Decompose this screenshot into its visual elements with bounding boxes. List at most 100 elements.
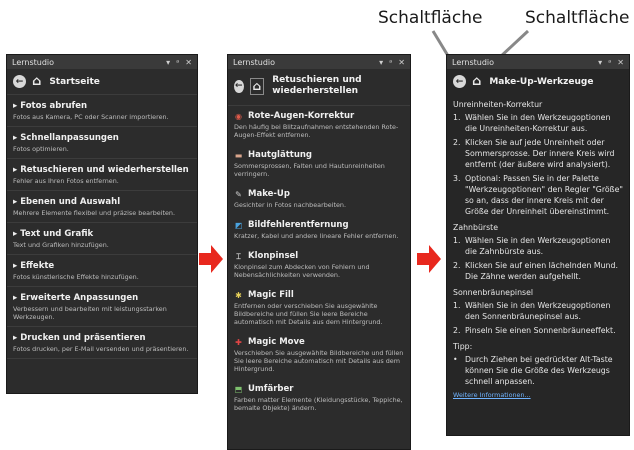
- dropdown-icon[interactable]: ▾: [166, 58, 170, 67]
- step-number: 1.: [453, 113, 461, 122]
- recolor-icon: ⬒: [234, 384, 243, 394]
- page-title: Make-Up-Werkzeuge: [489, 76, 594, 87]
- topic-title-text: Text und Grafik: [20, 229, 94, 239]
- topic-title-text: Retuschieren und wiederherstellen: [20, 165, 189, 175]
- step-text: Wählen Sie in den Werkzeugoptionen die Z…: [465, 236, 611, 256]
- tool-title-text: Make-Up: [248, 189, 290, 199]
- panel-title: Lernstudio: [452, 57, 495, 67]
- panel-titlebar: Lernstudio ▾ ᵃ ✕: [447, 55, 629, 69]
- topic-description: Fotos drucken, per E-Mail versenden und …: [13, 345, 189, 353]
- topic-title-text: Fotos abrufen: [20, 101, 88, 111]
- step-number: 1.: [453, 236, 461, 245]
- home-icon[interactable]: ⌂: [249, 77, 265, 95]
- topic-title: ▸ Ebenen und Auswahl: [13, 197, 191, 207]
- tool-item[interactable]: ◩ Bildfehlerentfernung Kratzer, Kabel und …: [228, 215, 410, 246]
- tool-item[interactable]: ⬒ Umfärber Farben matter Elemente (Kleidun…: [228, 379, 410, 418]
- topic-item[interactable]: ▸ Effekte Fotos künstlerische Effekte hin…: [7, 255, 197, 287]
- topic-description: Fotos künstlerische Effekte hinzufügen.: [13, 273, 139, 281]
- tool-title-text: Umfärber: [248, 384, 294, 394]
- healing-icon: ◩: [234, 220, 243, 230]
- topic-title-text: Effekte: [20, 261, 55, 271]
- step-text: Durch Ziehen bei gedrückter Alt-Taste kö…: [465, 355, 613, 386]
- back-button[interactable]: ←: [13, 75, 26, 88]
- tool-title-text: Bildfehlerentfernung: [248, 220, 349, 230]
- tool-title: ✱ Magic Fill: [234, 290, 404, 300]
- topic-item[interactable]: ▸ Drucken und präsentieren Fotos drucken,…: [7, 327, 197, 359]
- more-info-link[interactable]: Weitere Informationen...: [447, 391, 629, 399]
- pin-icon[interactable]: ᵃ: [176, 58, 179, 67]
- back-button[interactable]: ←: [234, 79, 244, 93]
- topic-title: ▸ Effekte: [13, 261, 191, 271]
- step-number: 2.: [453, 326, 461, 335]
- topic-title-text: Erweiterte Anpassungen: [20, 293, 139, 303]
- instruction-step: 2. Klicken Sie auf einen lächelnden Mund.…: [447, 260, 629, 282]
- topic-title: ▸ Text und Grafik: [13, 229, 191, 239]
- tool-item[interactable]: ⌶ Klonpinsel Klonpinsel zum Abdecken von F…: [228, 246, 410, 285]
- magic-fill-icon: ✱: [235, 290, 242, 300]
- section-header: Tipp:: [453, 342, 473, 351]
- pin-icon[interactable]: ᵃ: [608, 58, 611, 67]
- tool-description: Kratzer, Kabel und andere lineare Fehler…: [234, 232, 399, 240]
- tool-item[interactable]: ✱ Magic Fill Entfernen oder verschieben Si…: [228, 285, 410, 332]
- topic-description: Fehler aus Ihren Fotos entfernen.: [13, 177, 119, 185]
- panel-titlebar: Lernstudio ▾ ᵃ ✕: [7, 55, 197, 69]
- topic-description: Fotos aus Kamera, PC oder Scanner import…: [13, 113, 169, 121]
- step-number: 1.: [453, 301, 461, 310]
- instruction-step: • Durch Ziehen bei gedrückter Alt-Taste k…: [447, 354, 629, 387]
- close-icon[interactable]: ✕: [185, 58, 192, 67]
- tool-item[interactable]: ◉ Rote-Augen-Korrektur Den häufig bei Blit…: [228, 106, 410, 145]
- section-header: Sonnenbräunepinsel: [453, 288, 534, 297]
- tool-title-text: Klonpinsel: [248, 251, 299, 261]
- brush-icon: ✎: [235, 189, 242, 199]
- panel-header: ← ⌂ Make-Up-Werkzeuge: [447, 69, 629, 94]
- topic-description: Verbessern und bearbeiten mit leistungss…: [13, 305, 167, 321]
- topic-item[interactable]: ▸ Fotos abrufen Fotos aus Kamera, PC oder…: [7, 95, 197, 127]
- tool-description: Verschieben Sie ausgewählte Bildbereiche…: [234, 349, 404, 373]
- page-title: Retuschieren und wiederherstellen: [272, 75, 362, 96]
- tool-description: Farben matter Elemente (Kleidungsstücke,…: [234, 396, 403, 412]
- tool-title-text: Magic Move: [248, 337, 305, 347]
- close-icon[interactable]: ✕: [398, 58, 405, 67]
- back-button[interactable]: ←: [453, 75, 466, 88]
- tool-title-text: Rote-Augen-Korrektur: [248, 111, 355, 121]
- topic-item[interactable]: ▸ Text und Grafik Text und Grafiken hinzu…: [7, 223, 197, 255]
- callout-label-home: Schaltfläche: [525, 8, 630, 28]
- skin-icon: ▬: [234, 150, 243, 160]
- step-text: Optional: Passen Sie in der Palette "Wer…: [465, 174, 623, 216]
- topic-item[interactable]: ▸ Schnellanpassungen Fotos optimieren.: [7, 127, 197, 159]
- topic-title-text: Schnellanpassungen: [20, 133, 119, 143]
- instruction-step: 1. Wählen Sie in den Werkzeugoptionen die…: [447, 112, 629, 134]
- tool-item[interactable]: ✚ Magic Move Verschieben Sie ausgewählte B…: [228, 332, 410, 379]
- tool-title-text: Hautglättung: [248, 150, 313, 160]
- tool-title: ⌶ Klonpinsel: [234, 251, 404, 261]
- dropdown-icon[interactable]: ▾: [379, 58, 383, 67]
- topic-item[interactable]: ▸ Retuschieren und wiederherstellen Fehle…: [7, 159, 197, 191]
- tool-item[interactable]: ▬ Hautglättung Sommersprossen, Falten und …: [228, 145, 410, 184]
- callout-label-back: Schaltfläche: [378, 8, 483, 28]
- step-number: •: [453, 355, 458, 364]
- tool-title: ▬ Hautglättung: [234, 150, 404, 160]
- step-text: Wählen Sie in den Werkzeugoptionen die U…: [465, 113, 611, 133]
- close-icon[interactable]: ✕: [617, 58, 624, 67]
- topic-item[interactable]: ▸ Erweiterte Anpassungen Verbessern und b…: [7, 287, 197, 327]
- tool-title: ✚ Magic Move: [234, 337, 404, 347]
- page-title: Startseite: [49, 76, 100, 87]
- flow-arrow-icon: [417, 245, 441, 273]
- instruction-step: 1. Wählen Sie in den Werkzeugoptionen die…: [447, 235, 629, 257]
- dropdown-icon[interactable]: ▾: [598, 58, 602, 67]
- panel-title: Lernstudio: [233, 57, 276, 67]
- topic-title: ▸ Retuschieren und wiederherstellen: [13, 165, 191, 175]
- learn-panel-home: Lernstudio ▾ ᵃ ✕ ← ⌂ Startseite ▸ Fotos …: [6, 54, 198, 394]
- instruction-step: 3. Optional: Passen Sie in der Palette "W…: [447, 173, 629, 217]
- move-icon: ✚: [235, 337, 242, 347]
- topic-description: Fotos optimieren.: [13, 145, 69, 153]
- pin-icon[interactable]: ᵃ: [389, 58, 392, 67]
- topic-description: Mehrere Elemente flexibel und präzise be…: [13, 209, 176, 217]
- home-icon[interactable]: ⌂: [472, 75, 481, 88]
- flow-arrow-icon: [199, 245, 223, 273]
- topic-title: ▸ Drucken und präsentieren: [13, 333, 191, 343]
- learn-panel-retouch: Lernstudio ▾ ᵃ ✕ ← ⌂ Retuschieren und wi…: [227, 54, 411, 450]
- home-icon[interactable]: ⌂: [32, 75, 41, 88]
- topic-item[interactable]: ▸ Ebenen und Auswahl Mehrere Elemente fle…: [7, 191, 197, 223]
- tool-item[interactable]: ✎ Make-Up Gesichter in Fotos nachbearbeite…: [228, 184, 410, 215]
